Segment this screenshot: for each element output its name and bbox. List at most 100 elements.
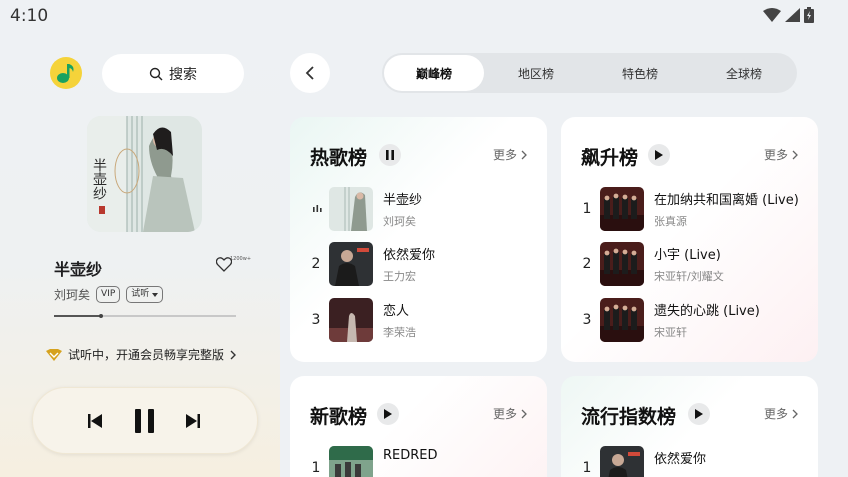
song-rank: 1 <box>311 460 321 476</box>
song-title: 在加纳共和国离婚 (Live) <box>654 193 799 208</box>
vip-tag: VIP <box>96 286 121 303</box>
song-title: 小宇 (Live) <box>654 248 721 263</box>
song-row[interactable]: 2 依然爱你 王力宏 <box>290 242 547 288</box>
song-row[interactable]: 2 小宇 (Live) 宋亚轩/刘耀文 <box>561 242 818 288</box>
song-title: 依然爱你 <box>383 248 436 263</box>
song-rank: 3 <box>582 312 592 328</box>
more-label: 更多 <box>492 407 517 421</box>
song-rank: 3 <box>311 312 321 328</box>
card-pause-button[interactable] <box>379 144 401 166</box>
song-row[interactable]: 1 依然爱你 <box>561 446 818 477</box>
song-title: REDRED <box>383 448 438 463</box>
card-play-button[interactable] <box>377 403 399 425</box>
next-button[interactable] <box>181 409 205 433</box>
tab-featured[interactable]: 特色榜 <box>590 55 690 91</box>
more-label: 更多 <box>763 148 788 162</box>
song-thumbnail <box>329 298 373 342</box>
song-title: 半壶纱 <box>383 193 423 208</box>
like-count: 1200w+ <box>230 256 252 262</box>
chart-tabs: 巅峰榜 地区榜 特色榜 全球榜 <box>382 53 797 93</box>
song-thumbnail <box>600 242 644 286</box>
song-title: 依然爱你 <box>654 452 707 467</box>
progress-bar[interactable] <box>54 314 236 318</box>
chart-card-rising[interactable]: 飙升榜 更多 1 在加纳共和国离婚 (Live) 张真源 2 小宇 (Live)… <box>561 117 818 362</box>
vip-hint-text: 试听中，开通会员畅享完整版 <box>68 348 225 362</box>
more-link[interactable]: 更多 <box>764 146 798 163</box>
chevron-left-icon <box>305 66 314 80</box>
chart-card-hot[interactable]: 热歌榜 更多 半壶纱 刘珂矣 2 依然爱你 王力宏 3 恋人 李荣浩 <box>290 117 547 362</box>
chevron-right-icon <box>521 409 527 418</box>
song-artist: 张真源 <box>654 215 687 228</box>
song-artist: 宋亚轩/刘耀文 <box>654 270 724 283</box>
song-title: 遗失的心跳 (Live) <box>654 304 760 319</box>
more-link[interactable]: 更多 <box>764 405 798 422</box>
song-thumbnail <box>329 187 373 231</box>
vip-hint[interactable]: 试听中，开通会员畅享完整版 <box>46 346 237 363</box>
tab-region[interactable]: 地区榜 <box>486 55 586 91</box>
pause-icon <box>135 409 154 433</box>
song-thumbnail <box>329 446 373 477</box>
card-play-button[interactable] <box>688 403 710 425</box>
skip-next-icon <box>186 414 200 428</box>
song-rank: 2 <box>311 256 321 272</box>
artist-row: 刘珂矣 VIP 试听 <box>54 286 164 303</box>
now-playing-artist[interactable]: 刘珂矣 <box>54 286 90 303</box>
chevron-right-icon <box>792 409 798 418</box>
search-icon <box>149 67 163 80</box>
song-rank: 1 <box>582 201 592 217</box>
app-logo[interactable] <box>50 57 82 89</box>
search-button[interactable]: 搜索 <box>102 54 244 93</box>
more-label: 更多 <box>492 148 517 162</box>
song-row[interactable]: 半壶纱 刘珂矣 <box>290 187 547 233</box>
preview-tag[interactable]: 试听 <box>126 286 164 303</box>
card-title: 热歌榜 <box>310 147 368 169</box>
song-rank: 2 <box>582 256 592 272</box>
song-row[interactable]: 3 遗失的心跳 (Live) 宋亚轩 <box>561 298 818 344</box>
play-icon <box>695 409 703 419</box>
search-label: 搜索 <box>169 66 197 83</box>
cover-title-text: 半壶纱 <box>91 158 107 200</box>
pause-button[interactable] <box>131 407 159 435</box>
play-icon <box>655 150 663 160</box>
chart-card-pop-index[interactable]: 流行指数榜 更多 1 依然爱你 <box>561 376 818 477</box>
music-note-icon <box>57 64 74 83</box>
card-play-button[interactable] <box>648 144 670 166</box>
card-title: 流行指数榜 <box>581 406 677 428</box>
signal-icon <box>785 8 800 22</box>
album-cover[interactable]: 半壶纱 <box>87 116 202 232</box>
chevron-right-icon <box>792 150 798 159</box>
skip-previous-icon <box>88 414 102 428</box>
more-link[interactable]: 更多 <box>493 405 527 422</box>
song-rank: 1 <box>582 460 592 476</box>
now-playing-title: 半壶纱 <box>54 260 103 279</box>
card-title: 飙升榜 <box>581 147 639 169</box>
back-button[interactable] <box>290 53 330 93</box>
song-row[interactable]: 3 恋人 李荣浩 <box>290 298 547 344</box>
song-artist: 刘珂矣 <box>383 215 416 228</box>
song-thumbnail <box>329 242 373 286</box>
song-thumbnail <box>600 298 644 342</box>
status-time: 4:10 <box>10 6 49 26</box>
song-artist: 宋亚轩 <box>654 326 687 339</box>
song-artist: 李荣浩 <box>383 326 416 339</box>
tab-peak[interactable]: 巅峰榜 <box>384 55 484 91</box>
progress-fill <box>54 315 102 317</box>
previous-button[interactable] <box>83 409 107 433</box>
more-link[interactable]: 更多 <box>493 146 527 163</box>
song-title: 恋人 <box>383 304 410 319</box>
more-label: 更多 <box>763 407 788 421</box>
tab-global[interactable]: 全球榜 <box>694 55 794 91</box>
chart-card-new[interactable]: 新歌榜 更多 1 REDRED <box>290 376 547 477</box>
battery-icon <box>804 7 814 23</box>
song-row[interactable]: 1 REDRED <box>290 446 547 477</box>
wifi-icon <box>763 8 781 22</box>
caret-down-icon <box>152 292 159 297</box>
player-controls <box>32 387 258 454</box>
card-title: 新歌榜 <box>310 406 368 428</box>
preview-tag-label: 试听 <box>131 289 150 299</box>
song-row[interactable]: 1 在加纳共和国离婚 (Live) 张真源 <box>561 187 818 233</box>
song-thumbnail <box>600 446 644 477</box>
chevron-right-icon <box>521 150 527 159</box>
diamond-icon <box>46 348 62 361</box>
song-thumbnail <box>600 187 644 231</box>
